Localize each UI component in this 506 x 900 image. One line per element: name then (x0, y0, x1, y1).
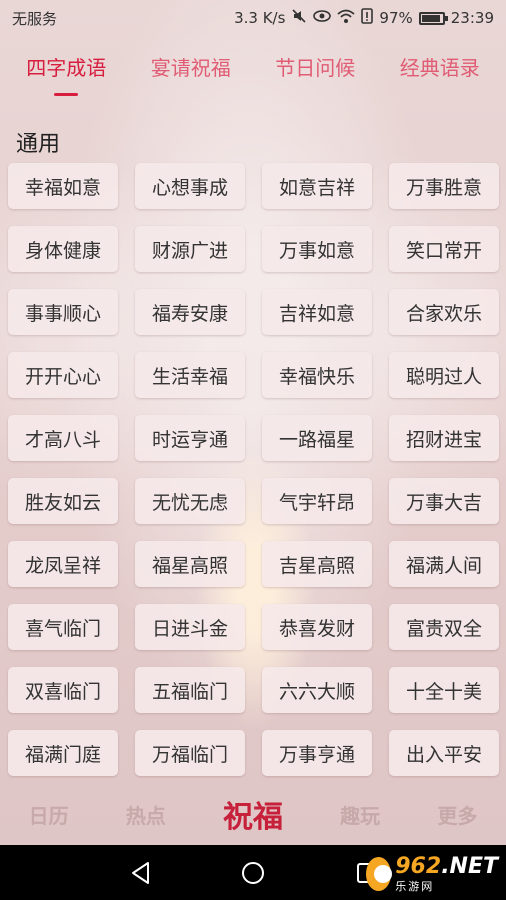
phrase-item[interactable]: 幸福如意 (8, 163, 118, 209)
watermark-number: 962 (395, 854, 442, 879)
phrase-item[interactable]: 心想事成 (135, 163, 245, 209)
phrase-item[interactable]: 六六大顺 (262, 667, 372, 713)
phrase-item[interactable]: 富贵双全 (389, 604, 499, 650)
phrase-item[interactable]: 万福临门 (135, 730, 245, 776)
category-tabs: 四字成语 宴请祝福 节日问候 经典语录 (0, 46, 506, 100)
section-title: 通用 (16, 132, 61, 157)
nav-trending[interactable]: 热点 (126, 800, 166, 829)
watermark-subtitle: 乐游网 (395, 880, 435, 893)
phrase-item[interactable]: 气宇轩昂 (262, 478, 372, 524)
sim-alert-icon (361, 8, 374, 28)
tab-classic-quotes[interactable]: 经典语录 (400, 46, 480, 100)
watermark-logo: 962.NET 乐游网 (366, 852, 498, 896)
phrase-item[interactable]: 福满人间 (389, 541, 499, 587)
phrase-item[interactable]: 财源广进 (135, 226, 245, 272)
phrase-item[interactable]: 幸福快乐 (262, 352, 372, 398)
phrase-item[interactable]: 福星高照 (135, 541, 245, 587)
status-indicators: 3.3 K/s 97% 23:39 (234, 8, 494, 28)
phrase-item[interactable]: 恭喜发财 (262, 604, 372, 650)
bottom-nav: 日历 热点 祝福 趣玩 更多 (0, 783, 506, 845)
phrase-item[interactable]: 吉祥如意 (262, 289, 372, 335)
phrase-item[interactable]: 身体健康 (8, 226, 118, 272)
nav-more[interactable]: 更多 (437, 800, 477, 829)
phrase-item[interactable]: 开开心心 (8, 352, 118, 398)
network-speed: 3.3 K/s (234, 9, 286, 27)
phrase-item[interactable]: 笑口常开 (389, 226, 499, 272)
phrase-item[interactable]: 万事亨通 (262, 730, 372, 776)
phrase-grid: 幸福如意 心想事成 如意吉祥 万事胜意身体健康 财源广进 万事如意 笑口常开事事顺心 福寿安康… (8, 163, 500, 776)
watermark-suffix: .NET (441, 854, 498, 879)
clock: 23:39 (450, 9, 494, 27)
phrase-item[interactable]: 五福临门 (135, 667, 245, 713)
status-bar: 无服务 3.3 K/s 97% 23:39 (0, 0, 506, 36)
phrase-item[interactable]: 日进斗金 (135, 604, 245, 650)
watermark-title: 962.NET (395, 856, 498, 878)
phrase-item[interactable]: 万事大吉 (389, 478, 499, 524)
phrase-item[interactable]: 胜友如云 (8, 478, 118, 524)
watermark-logo-icon (366, 857, 393, 891)
phrase-item[interactable]: 才高八斗 (8, 415, 118, 461)
phrase-item[interactable]: 时运亨通 (135, 415, 245, 461)
phrase-item[interactable]: 生活幸福 (135, 352, 245, 398)
phrase-item[interactable]: 龙凤呈祥 (8, 541, 118, 587)
phrase-item[interactable]: 如意吉祥 (262, 163, 372, 209)
phrase-item[interactable]: 福寿安康 (135, 289, 245, 335)
nav-fun[interactable]: 趣玩 (340, 800, 380, 829)
phrase-item[interactable]: 福满门庭 (8, 730, 118, 776)
phrase-item[interactable]: 招财进宝 (389, 415, 499, 461)
tab-banquet-blessings[interactable]: 宴请祝福 (151, 46, 231, 100)
phrase-item[interactable]: 事事顺心 (8, 289, 118, 335)
phrase-item[interactable]: 无忧无虑 (135, 478, 245, 524)
phrase-item[interactable]: 吉星高照 (262, 541, 372, 587)
nav-calendar[interactable]: 日历 (29, 800, 69, 829)
phrase-item[interactable]: 出入平安 (389, 730, 499, 776)
home-icon[interactable] (240, 860, 266, 886)
phrase-item[interactable]: 聪明过人 (389, 352, 499, 398)
tab-holiday-greetings[interactable]: 节日问候 (275, 46, 355, 100)
eye-icon (313, 8, 332, 28)
nav-blessings[interactable]: 祝福 (223, 792, 283, 836)
phrase-item[interactable]: 一路福星 (262, 415, 372, 461)
battery-percent: 97% (379, 9, 413, 27)
carrier-label: 无服务 (12, 9, 58, 28)
phrase-item[interactable]: 万事胜意 (389, 163, 499, 209)
tab-four-char-idioms[interactable]: 四字成语 (26, 46, 106, 100)
wifi-icon (337, 8, 356, 28)
phrase-item[interactable]: 双喜临门 (8, 667, 118, 713)
mute-icon (291, 8, 307, 28)
phrase-item[interactable]: 喜气临门 (8, 604, 118, 650)
back-icon[interactable] (128, 860, 154, 886)
battery-icon (418, 11, 448, 25)
phrase-item[interactable]: 合家欢乐 (389, 289, 499, 335)
phrase-item[interactable]: 十全十美 (389, 667, 499, 713)
phrase-item[interactable]: 万事如意 (262, 226, 372, 272)
